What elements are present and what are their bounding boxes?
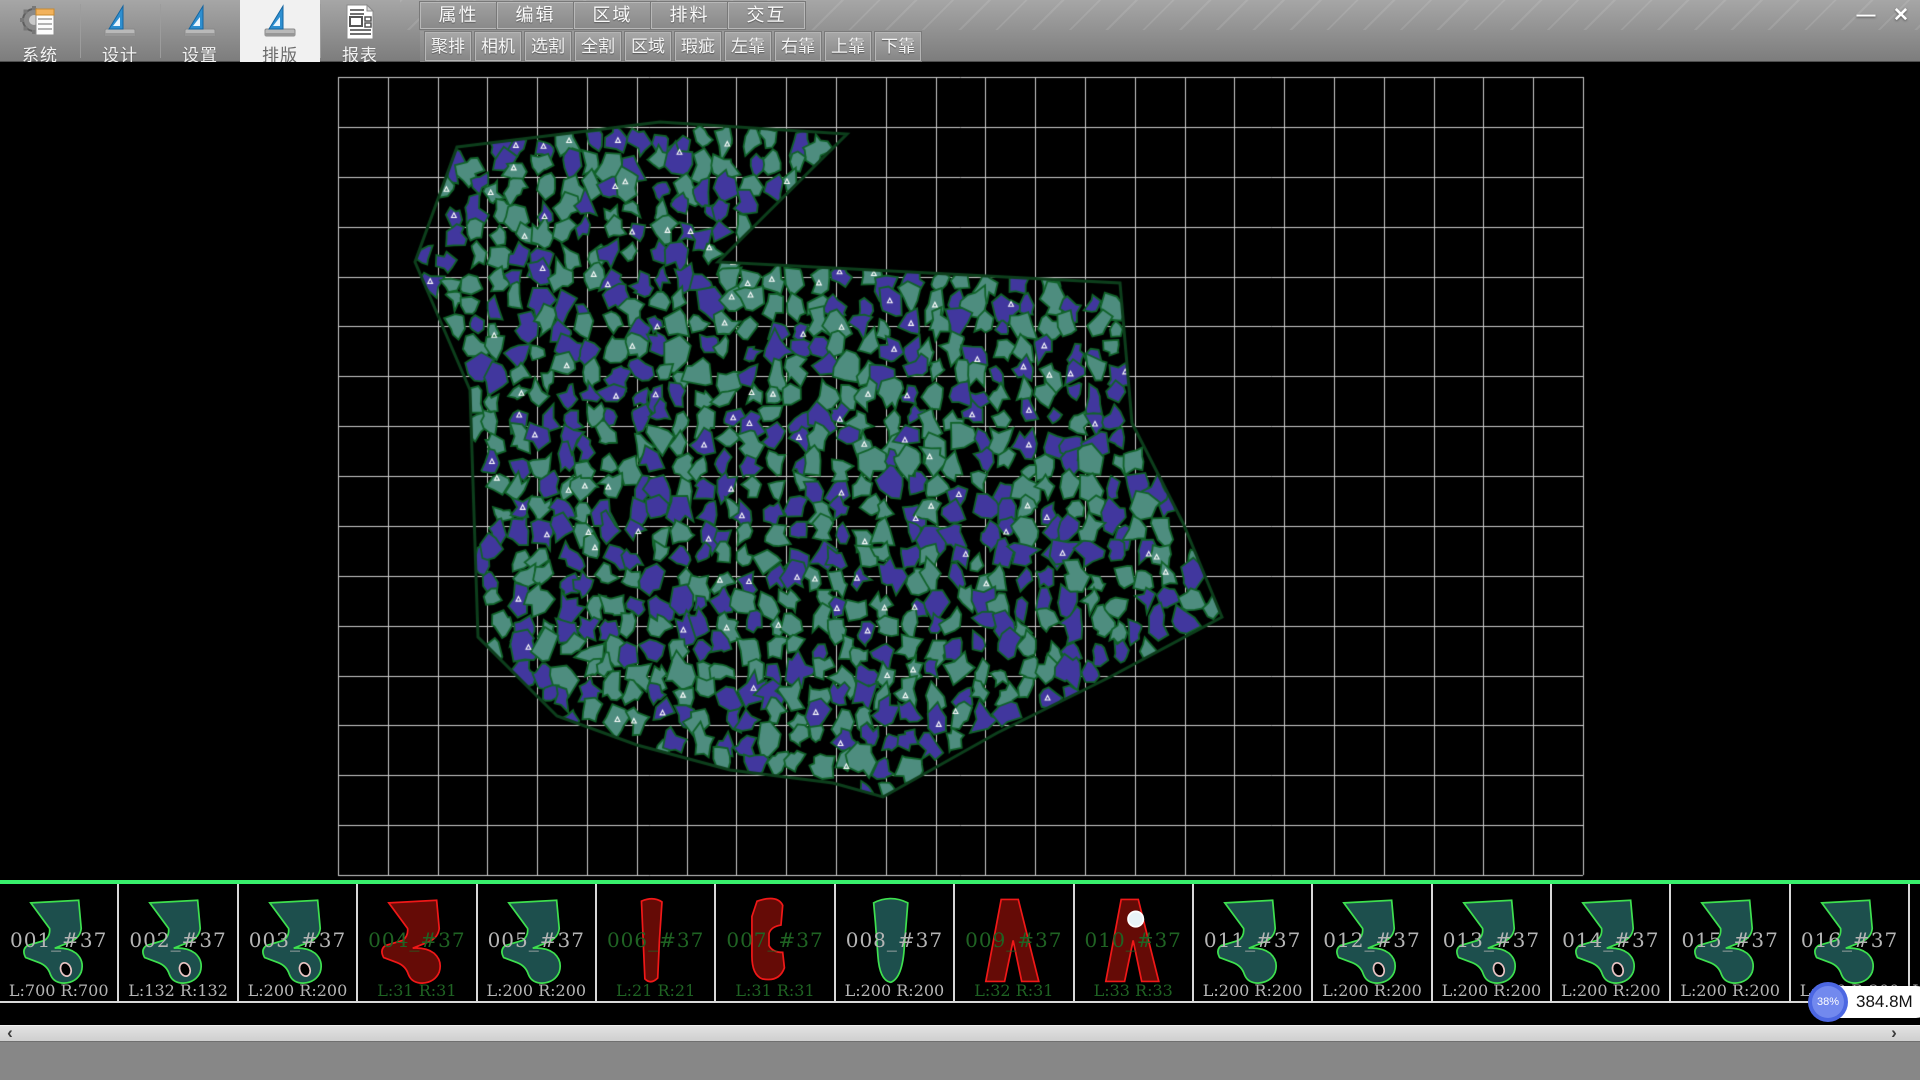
piece-id-label: 011_#37 bbox=[1194, 928, 1311, 952]
piece-id-label: 016_#37 bbox=[1791, 928, 1908, 952]
tool-button-下靠[interactable]: 下靠 bbox=[875, 32, 921, 61]
close-button[interactable]: ✕ bbox=[1886, 4, 1916, 28]
minimize-button[interactable]: — bbox=[1851, 4, 1881, 28]
piece-thumbnail-003_#37[interactable]: 003_#37 L:200 R:200 bbox=[239, 884, 358, 1003]
menu-tab-属性[interactable]: 属性 bbox=[420, 2, 497, 29]
setup-ruler-icon bbox=[180, 3, 220, 41]
piece-lr-count-label: L:132 R:132 bbox=[119, 981, 236, 1000]
piece-lr-count-label: L:200 R:200 bbox=[239, 981, 356, 1000]
piece-lr-count-label: L:33 R:33 bbox=[1075, 981, 1192, 1000]
piece-id-label: 014_#37 bbox=[1552, 928, 1669, 952]
ribbon-tab-设计[interactable]: 设计 bbox=[80, 0, 160, 62]
report-doc-icon bbox=[340, 3, 380, 41]
piece-thumbnail-004_#37[interactable]: 004_#37 L:31 R:31 bbox=[358, 884, 477, 1003]
piece-thumbnail-014_#37[interactable]: 014_#37 L:200 R:200 bbox=[1552, 884, 1671, 1003]
tool-button-选割[interactable]: 选割 bbox=[525, 32, 571, 61]
piece-id-label: 008_#37 bbox=[836, 928, 953, 952]
tool-button-聚排[interactable]: 聚排 bbox=[425, 32, 471, 61]
ribbon-tab-系统[interactable]: 系统 bbox=[0, 0, 80, 62]
system-gear-icon bbox=[20, 3, 60, 41]
piece-lr-count-label: L:31 R:31 bbox=[358, 981, 475, 1000]
piece-id-label: 001_#37 bbox=[0, 928, 117, 952]
piece-thumbnail-007_#37[interactable]: 007_#37 L:31 R:31 bbox=[716, 884, 835, 1003]
tool-button-右靠[interactable]: 右靠 bbox=[775, 32, 821, 61]
piece-lr-count-label: L:31 R:31 bbox=[716, 981, 833, 1000]
tool-button-panel: 聚排相机选割全割区域瑕疵左靠右靠上靠下靠 bbox=[420, 31, 922, 62]
horizontal-scrollbar[interactable]: ‹ › bbox=[0, 1025, 1920, 1041]
tool-button-瑕疵[interactable]: 瑕疵 bbox=[675, 32, 721, 61]
piece-lr-count-label: L:200 R:200 bbox=[1313, 981, 1430, 1000]
piece-thumbnail-010_#37[interactable]: 010_#37 L:33 R:33 bbox=[1075, 884, 1194, 1003]
application-window: 系统设计设置排版报表 属性编辑区域排料交互 聚排相机选割全割区域瑕疵左靠右靠上靠… bbox=[0, 0, 1920, 1080]
memory-usage-badge: 38% 384.8M bbox=[1812, 986, 1920, 1018]
piece-lr-count-label: L:200 R:200 bbox=[1671, 981, 1788, 1000]
piece-thumbnail-006_#37[interactable]: 006_#37 L:21 R:21 bbox=[597, 884, 716, 1003]
memory-amount-label: 384.8M bbox=[1856, 986, 1913, 1018]
menu-tab-编辑[interactable]: 编辑 bbox=[497, 2, 574, 29]
nesting-canvas[interactable] bbox=[0, 62, 1920, 880]
piece-id-label: 009_#37 bbox=[955, 928, 1072, 952]
piece-thumbnail-009_#37[interactable]: 009_#37 L:32 R:31 bbox=[955, 884, 1074, 1003]
tool-button-全割[interactable]: 全割 bbox=[575, 32, 621, 61]
piece-lr-count-label: L:200 R:200 bbox=[1194, 981, 1311, 1000]
piece-id-label: 007_#37 bbox=[716, 928, 833, 952]
piece-thumbnail-002_#37[interactable]: 002_#37 L:132 R:132 bbox=[119, 884, 238, 1003]
tool-button-区域[interactable]: 区域 bbox=[625, 32, 671, 61]
piece-lr-count-label: L:200 R:200 bbox=[1433, 981, 1550, 1000]
piece-lr-count-label: L:200 R:200 bbox=[1552, 981, 1669, 1000]
memory-percent-circle: 38% bbox=[1808, 982, 1848, 1022]
ribbon-tab-排版[interactable]: 排版 bbox=[240, 0, 320, 62]
design-ruler-icon bbox=[100, 3, 140, 41]
piece-id-label: 006_#37 bbox=[597, 928, 714, 952]
piece-id-label: 012_#37 bbox=[1313, 928, 1430, 952]
piece-id-label: 003_#37 bbox=[239, 928, 356, 952]
piece-lr-count-label: L:700 R:700 bbox=[0, 981, 117, 1000]
tool-button-左靠[interactable]: 左靠 bbox=[725, 32, 771, 61]
piece-thumbnail-005_#37[interactable]: 005_#37 L:200 R:200 bbox=[478, 884, 597, 1003]
scroll-right-arrow-icon[interactable]: › bbox=[1886, 1026, 1902, 1042]
piece-thumbnail-015_#37[interactable]: 015_#37 L:200 R:200 bbox=[1671, 884, 1790, 1003]
piece-lr-count-label: L:200 R:200 bbox=[478, 981, 595, 1000]
piece-id-label: 010_#37 bbox=[1075, 928, 1192, 952]
piece-thumbnail-001_#37[interactable]: 001_#37 L:700 R:700 bbox=[0, 884, 119, 1003]
piece-lr-count-label: L:32 R:31 bbox=[955, 981, 1072, 1000]
tool-button-上靠[interactable]: 上靠 bbox=[825, 32, 871, 61]
piece-thumbnail-013_#37[interactable]: 013_#37 L:200 R:200 bbox=[1433, 884, 1552, 1003]
top-toolbar: 系统设计设置排版报表 属性编辑区域排料交互 聚排相机选割全割区域瑕疵左靠右靠上靠… bbox=[0, 0, 1920, 62]
status-bar bbox=[0, 1041, 1920, 1080]
piece-lr-count-label: L:200 R:200 bbox=[836, 981, 953, 1000]
piece-id-label: 013_#37 bbox=[1433, 928, 1550, 952]
piece-thumbnail-008_#37[interactable]: 008_#37 L:200 R:200 bbox=[836, 884, 955, 1003]
piece-thumbnail-011_#37[interactable]: 011_#37 L:200 R:200 bbox=[1194, 884, 1313, 1003]
memory-percent-value: 38% bbox=[1812, 986, 1844, 1018]
piece-thumbnail-012_#37[interactable]: 012_#37 L:200 R:200 bbox=[1313, 884, 1432, 1003]
piece-id-label: 015_#37 bbox=[1671, 928, 1788, 952]
menu-tab-区域[interactable]: 区域 bbox=[574, 2, 651, 29]
piece-id-label: 005_#37 bbox=[478, 928, 595, 952]
piece-thumbnail-list: 001_#37L:700 R:700002_#37L:132 R:132003_… bbox=[0, 884, 1920, 1003]
piece-lr-count-label: L:21 R:21 bbox=[597, 981, 714, 1000]
ribbon-tab-设置[interactable]: 设置 bbox=[160, 0, 240, 62]
piece-thumbnail-strip: 001_#37L:700 R:700002_#37L:132 R:132003_… bbox=[0, 880, 1920, 1025]
piece-id-label: 004_#37 bbox=[358, 928, 475, 952]
menu-tab-交互[interactable]: 交互 bbox=[728, 2, 805, 29]
layout-ruler-icon bbox=[260, 3, 300, 41]
tool-button-相机[interactable]: 相机 bbox=[475, 32, 521, 61]
scroll-left-arrow-icon[interactable]: ‹ bbox=[2, 1026, 18, 1042]
menu-tab-排料[interactable]: 排料 bbox=[651, 2, 728, 29]
ribbon-tab-报表[interactable]: 报表 bbox=[320, 0, 400, 62]
piece-id-label: 002_#37 bbox=[119, 928, 236, 952]
